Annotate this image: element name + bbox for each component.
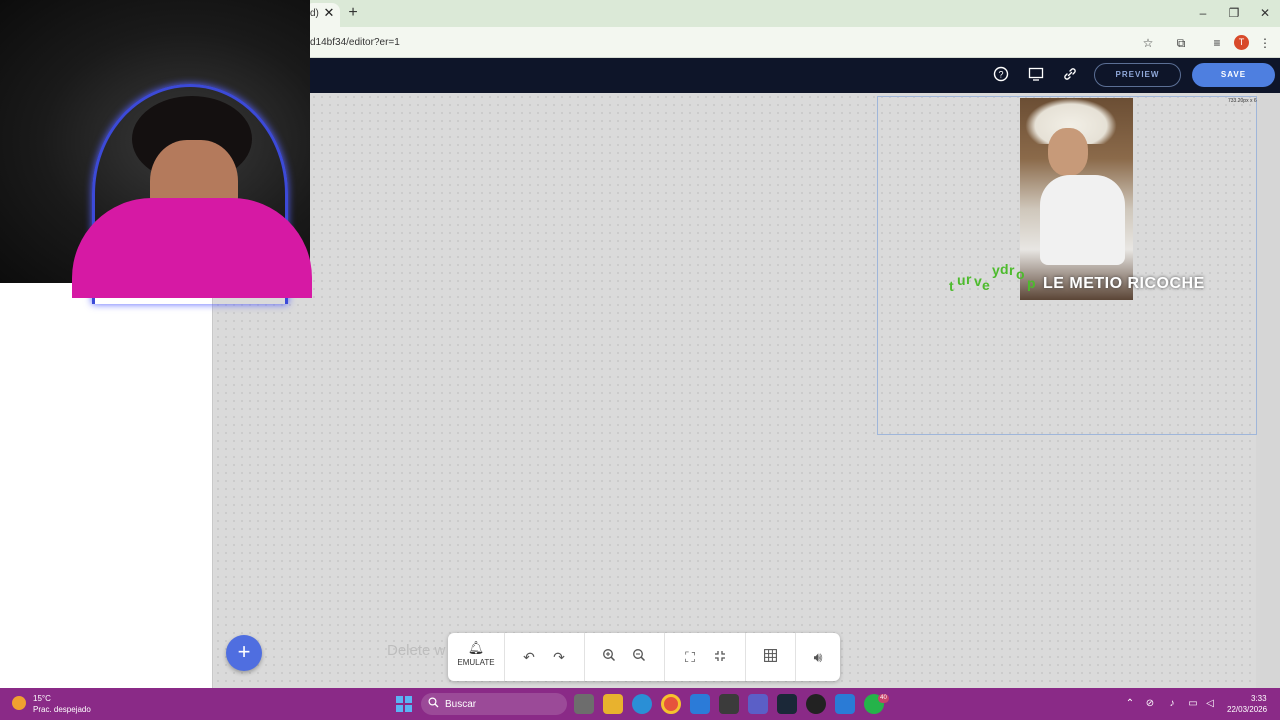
toolbar-divider [584,633,585,681]
volume-icon[interactable]: 🔊︎ [807,646,829,668]
search-placeholder: Buscar [445,699,477,710]
star-bookmark-icon[interactable]: ☆ [1139,34,1157,52]
delete-hint-text: Delete w [387,642,446,659]
save-button[interactable]: SAVE [1192,63,1275,87]
search-icon [428,697,440,711]
close-window-button[interactable]: ✕ [1250,4,1280,22]
curved-text-letter: o [1016,266,1025,282]
help-icon[interactable]: ? [991,66,1011,86]
microphone-icon[interactable]: ♪ [1165,697,1179,711]
screen-preview-icon[interactable] [1026,66,1046,86]
bell-icon: 🔔︎ [467,640,485,655]
curved-text-letter: u [957,272,966,288]
clock-time[interactable]: 3:33 [1251,694,1267,703]
dimension-label: 733.20px x 6 [1228,98,1257,104]
curved-text-letter: d [1000,261,1009,277]
redo-icon[interactable]: ↷ [548,646,570,668]
notification-badge: 40 [878,694,889,703]
weather-temperature[interactable]: 15°C [33,694,51,703]
curved-text-letter: r [1009,262,1015,278]
steam-app-icon[interactable] [777,694,797,714]
teams-app-icon[interactable] [748,694,768,714]
overlay-caption-text[interactable]: LE METIO RICOCHE [1043,275,1205,293]
new-tab-button[interactable]: + [345,4,361,22]
restore-button[interactable]: ❐ [1219,4,1249,22]
curved-text-letter: p [1027,275,1036,291]
left-sidebar-panel [0,283,213,688]
toolbar-divider [664,633,665,681]
link-icon[interactable] [1060,66,1080,86]
url-field[interactable]: d14bf34/editor?er=1 [310,37,400,48]
clock-date[interactable]: 22/03/2026 [1227,705,1267,714]
emulate-button[interactable]: 🔔︎ EMULATE [452,638,500,676]
windows-start-icon[interactable] [396,696,412,712]
mail-app-icon[interactable] [690,694,710,714]
chevron-up-icon[interactable]: ⌃ [1123,697,1137,711]
app-window-icon[interactable] [835,694,855,714]
curved-text-letter: t [949,278,954,294]
curved-text-letter: e [982,277,990,293]
taskbar-search-box[interactable] [421,693,567,715]
curved-text-letter: y [992,262,1000,278]
undo-icon[interactable]: ↶ [518,646,540,668]
network-icon[interactable]: ⊘ [1143,697,1157,711]
display-icon[interactable]: ▭ [1186,697,1200,711]
webcam-person-shirt [72,198,312,298]
svg-text:?: ? [998,70,1003,80]
media-controls-icon[interactable]: ≡ [1208,34,1226,52]
weather-sun-icon[interactable] [12,696,26,710]
store-app-icon[interactable] [719,694,739,714]
task-view-icon[interactable] [574,694,594,714]
tab-title: d) [310,8,319,19]
toolbar-divider [745,633,746,681]
fullscreen-icon[interactable]: ⛶ [679,646,701,668]
file-explorer-icon[interactable] [603,694,623,714]
preview-button[interactable]: PREVIEW [1094,63,1181,87]
zoom-in-icon[interactable] [598,646,620,668]
curved-text-letter: r [966,271,972,287]
obs-app-icon[interactable] [806,694,826,714]
profile-avatar[interactable]: T [1234,35,1249,50]
exit-fullscreen-icon[interactable] [709,646,731,668]
kebab-menu-icon[interactable]: ⋮ [1256,34,1274,52]
grid-icon[interactable] [759,646,781,668]
person-shirt-shape [1040,175,1125,265]
extensions-icon[interactable]: ⧉ [1172,34,1190,52]
minimize-button[interactable]: – [1188,4,1218,22]
vertical-scrollbar[interactable] [1256,93,1280,688]
toolbar-divider [504,633,505,681]
chrome-browser-icon[interactable] [661,694,681,714]
zoom-out-icon[interactable] [628,646,650,668]
tab-close-icon[interactable]: ✕ [322,5,336,21]
speaker-icon[interactable]: ◁ [1203,697,1217,711]
toolbar-divider [795,633,796,681]
curved-text-letter: v [974,273,982,289]
emulate-label: EMULATE [457,658,495,667]
person-face-shape [1048,128,1088,176]
weather-condition[interactable]: Prac. despejado [33,705,91,714]
add-widget-button[interactable]: + [226,635,262,671]
edge-browser-icon[interactable] [632,694,652,714]
